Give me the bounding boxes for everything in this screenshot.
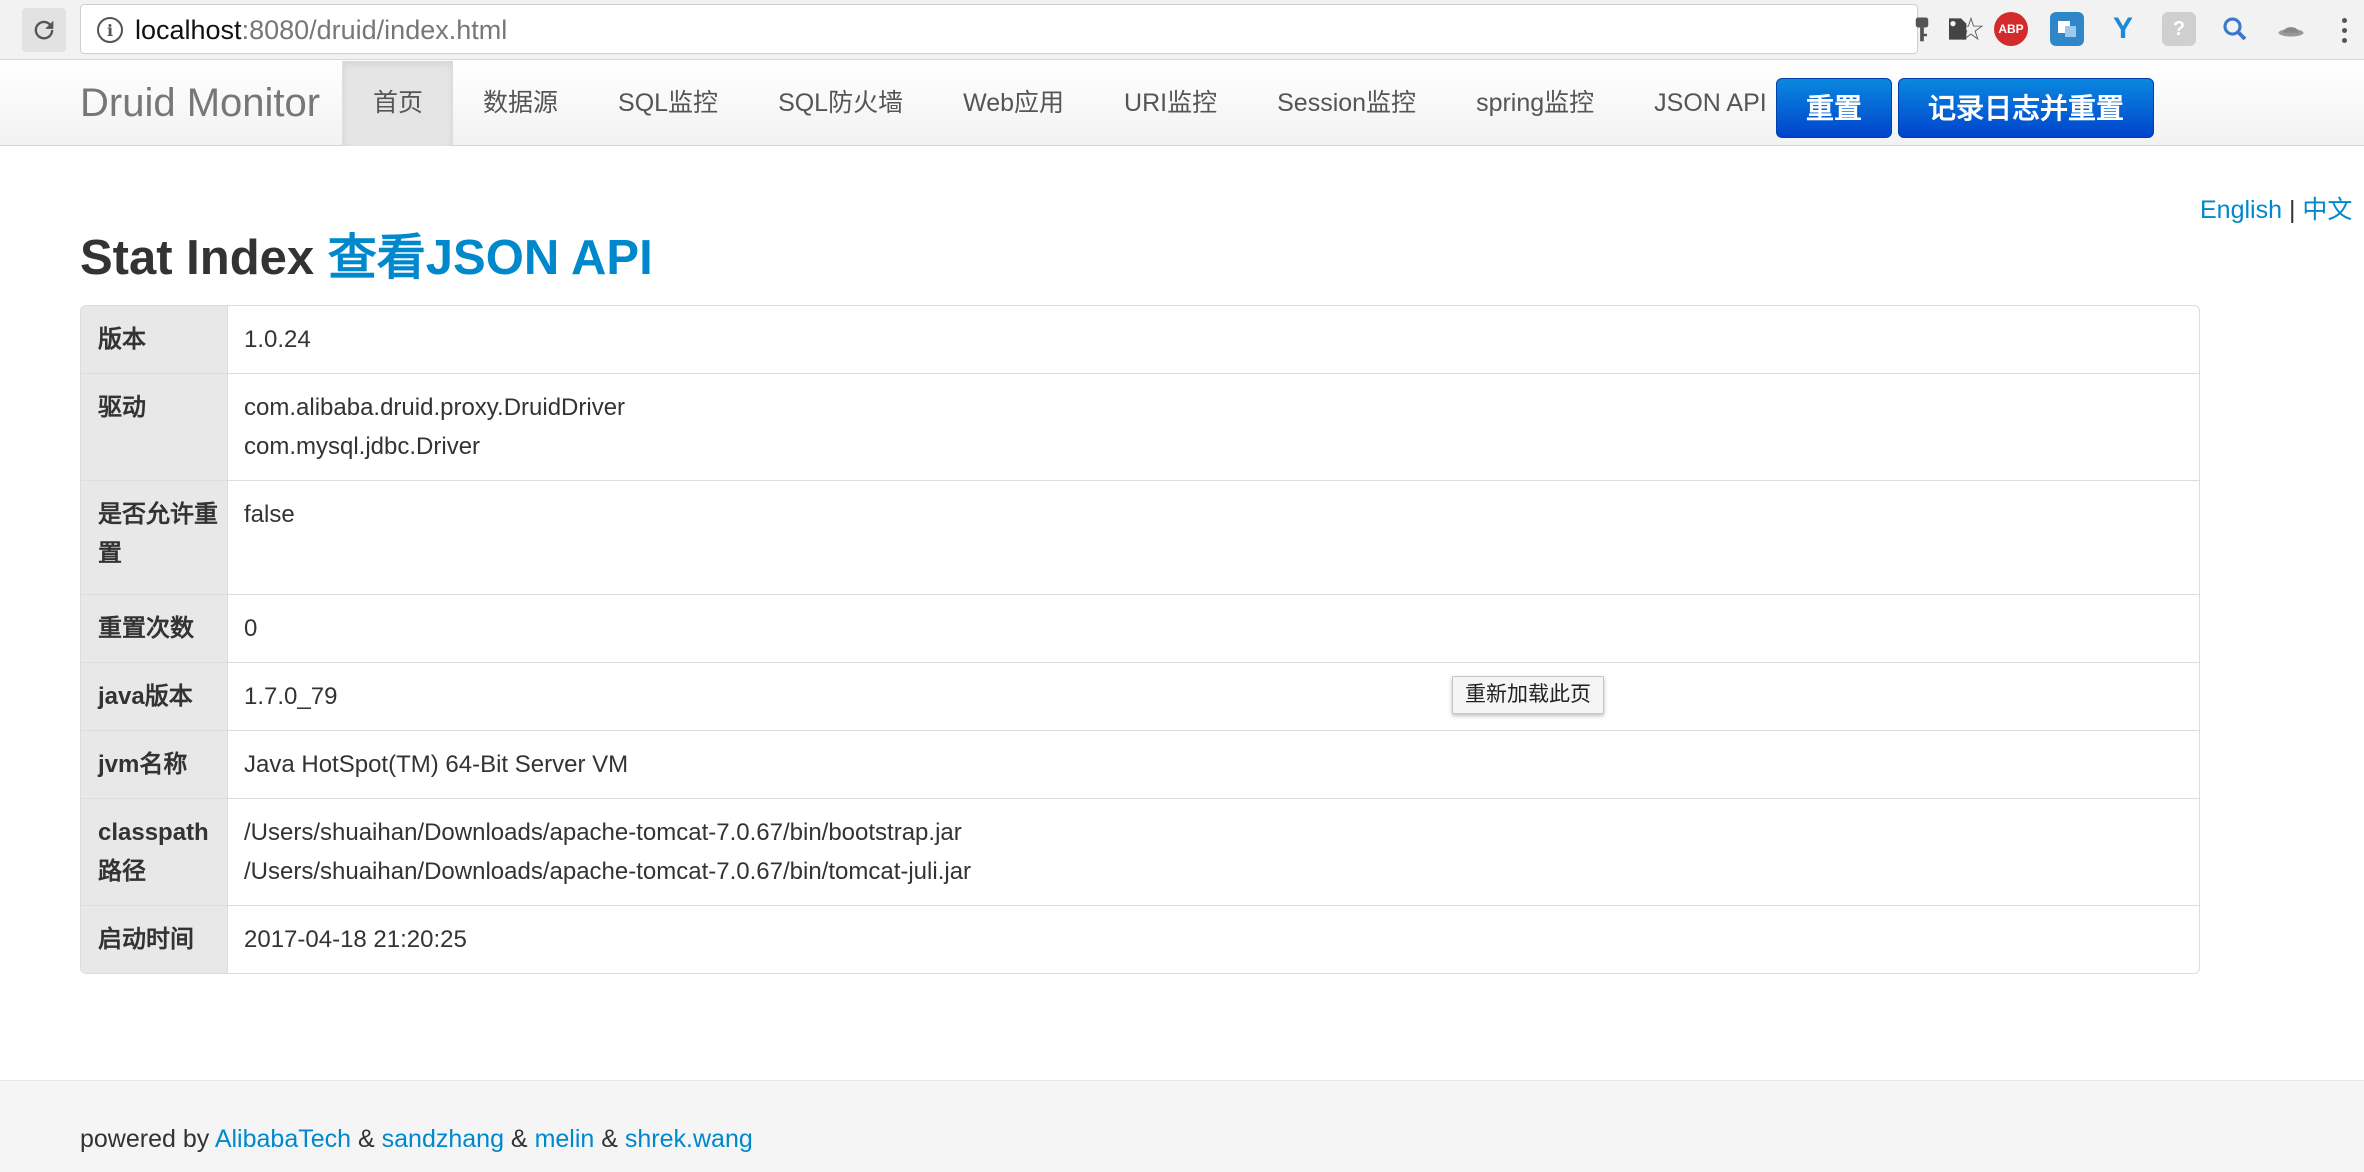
lang-chinese-link[interactable]: 中文 — [2302, 196, 2352, 224]
nav-item-datasource[interactable]: 数据源 — [453, 61, 588, 146]
language-switch: English | 中文 — [2200, 190, 2352, 226]
adblock-icon[interactable]: ABP — [1994, 12, 2028, 46]
browser-toolbar: i localhost:8080/druid/index.html ☆ ABP … — [0, 0, 2364, 60]
stat-table: 版本 1.0.24 驱动 com.alibaba.druid.proxy.Dru… — [80, 305, 2200, 974]
hat-icon[interactable] — [2274, 12, 2308, 46]
table-row: 启动时间 2017-04-18 21:20:25 — [81, 905, 2199, 973]
page-title: Stat Index 查看JSON API — [80, 218, 653, 289]
nav-item-webapp[interactable]: Web应用 — [933, 61, 1094, 146]
lang-separator: | — [2288, 196, 2296, 224]
java-version-label: java版本 — [81, 662, 228, 730]
nav-item-home[interactable]: 首页 — [343, 61, 454, 146]
url-text[interactable]: localhost:8080/druid/index.html — [135, 14, 507, 46]
table-row: 重置次数 0 — [81, 594, 2199, 662]
reload-tooltip: 重新加载此页 — [1452, 676, 1604, 714]
y-icon[interactable]: Y — [2106, 12, 2140, 46]
jvm-name-value: Java HotSpot(TM) 64-Bit Server VM — [228, 730, 2199, 798]
info-icon[interactable]: i — [97, 17, 123, 43]
key-icon[interactable] — [1907, 15, 1937, 45]
start-time-label: 启动时间 — [81, 905, 228, 973]
reset-button[interactable]: 重置 — [1776, 78, 1892, 138]
footer: powered by AlibabaTech & sandzhang & mel… — [0, 1080, 2364, 1172]
footer-link-melin[interactable]: melin — [535, 1125, 595, 1153]
footer-link-sandzhang[interactable]: sandzhang — [382, 1125, 504, 1153]
jvm-name-label: jvm名称 — [81, 730, 228, 798]
classpath-value: /Users/shuaihan/Downloads/apache-tomcat-… — [228, 798, 2199, 905]
classpath-value-line: /Users/shuaihan/Downloads/apache-tomcat-… — [244, 858, 972, 885]
menu-icon[interactable] — [2334, 10, 2354, 50]
driver-value-line: com.mysql.jdbc.Driver — [244, 433, 481, 460]
photoshop-icon[interactable]: ? — [2162, 12, 2196, 46]
start-time-value: 2017-04-18 21:20:25 — [228, 905, 2199, 973]
nav-item-spring[interactable]: spring监控 — [1446, 61, 1624, 146]
evernote-icon[interactable] — [1940, 12, 1974, 46]
nav-item-json-api[interactable]: JSON API — [1624, 61, 1797, 146]
footer-link-alibabatech[interactable]: AlibabaTech — [215, 1125, 351, 1153]
version-value: 1.0.24 — [244, 326, 311, 353]
footer-prefix: powered by — [80, 1125, 210, 1153]
table-row: 驱动 com.alibaba.druid.proxy.DruidDriver c… — [81, 373, 2199, 480]
driver-label: 驱动 — [81, 373, 228, 480]
footer-credits: powered by AlibabaTech & sandzhang & mel… — [80, 1125, 753, 1154]
footer-link-shrek-wang[interactable]: shrek.wang — [625, 1125, 753, 1153]
reset-enable-label: 是否允许重置 — [81, 480, 228, 594]
translate-icon[interactable] — [2050, 12, 2084, 46]
version-label: 版本 — [81, 306, 228, 373]
nav-item-wall[interactable]: SQL防火墙 — [748, 61, 933, 146]
classpath-value-line: /Users/shuaihan/Downloads/apache-tomcat-… — [244, 819, 962, 846]
table-row: jvm名称 Java HotSpot(TM) 64-Bit Server VM — [81, 730, 2199, 798]
classpath-label: classpath路径 — [81, 798, 228, 905]
footer-amp: & — [601, 1125, 618, 1153]
log-and-reset-button[interactable]: 记录日志并重置 — [1898, 78, 2154, 138]
java-version-value: 1.7.0_79 — [228, 662, 2199, 730]
driver-value-line: com.alibaba.druid.proxy.DruidDriver — [244, 394, 626, 421]
lang-english-link[interactable]: English — [2200, 196, 2282, 224]
nav-item-session[interactable]: Session监控 — [1247, 61, 1446, 146]
reset-enable-value: false — [228, 480, 2199, 594]
reset-count-value: 0 — [228, 594, 2199, 662]
navbar: Druid Monitor 首页 数据源 SQL监控 SQL防火墙 Web应用 … — [0, 61, 2364, 146]
nav-item-sql[interactable]: SQL监控 — [588, 61, 748, 146]
table-row: 版本 1.0.24 — [81, 306, 2199, 373]
nav-item-uri[interactable]: URI监控 — [1094, 61, 1247, 146]
address-bar[interactable]: i localhost:8080/druid/index.html ☆ — [80, 4, 1985, 54]
footer-amp: & — [358, 1125, 375, 1153]
search-icon[interactable] — [2218, 12, 2252, 46]
page-title-text: Stat Index — [80, 231, 315, 285]
table-row: java版本 1.7.0_79 — [81, 662, 2199, 730]
nav-menu: 首页 数据源 SQL监控 SQL防火墙 Web应用 URI监控 Session监… — [343, 61, 1797, 146]
footer-amp: & — [510, 1125, 528, 1153]
table-row: 是否允许重置 false — [81, 480, 2199, 594]
table-row: classpath路径 /Users/shuaihan/Downloads/ap… — [81, 798, 2199, 905]
brand-title[interactable]: Druid Monitor — [80, 61, 320, 146]
driver-value: com.alibaba.druid.proxy.DruidDriver com.… — [228, 373, 2199, 480]
view-json-api-link[interactable]: 查看JSON API — [328, 231, 653, 285]
reset-count-label: 重置次数 — [81, 594, 228, 662]
reload-icon[interactable] — [22, 8, 66, 52]
